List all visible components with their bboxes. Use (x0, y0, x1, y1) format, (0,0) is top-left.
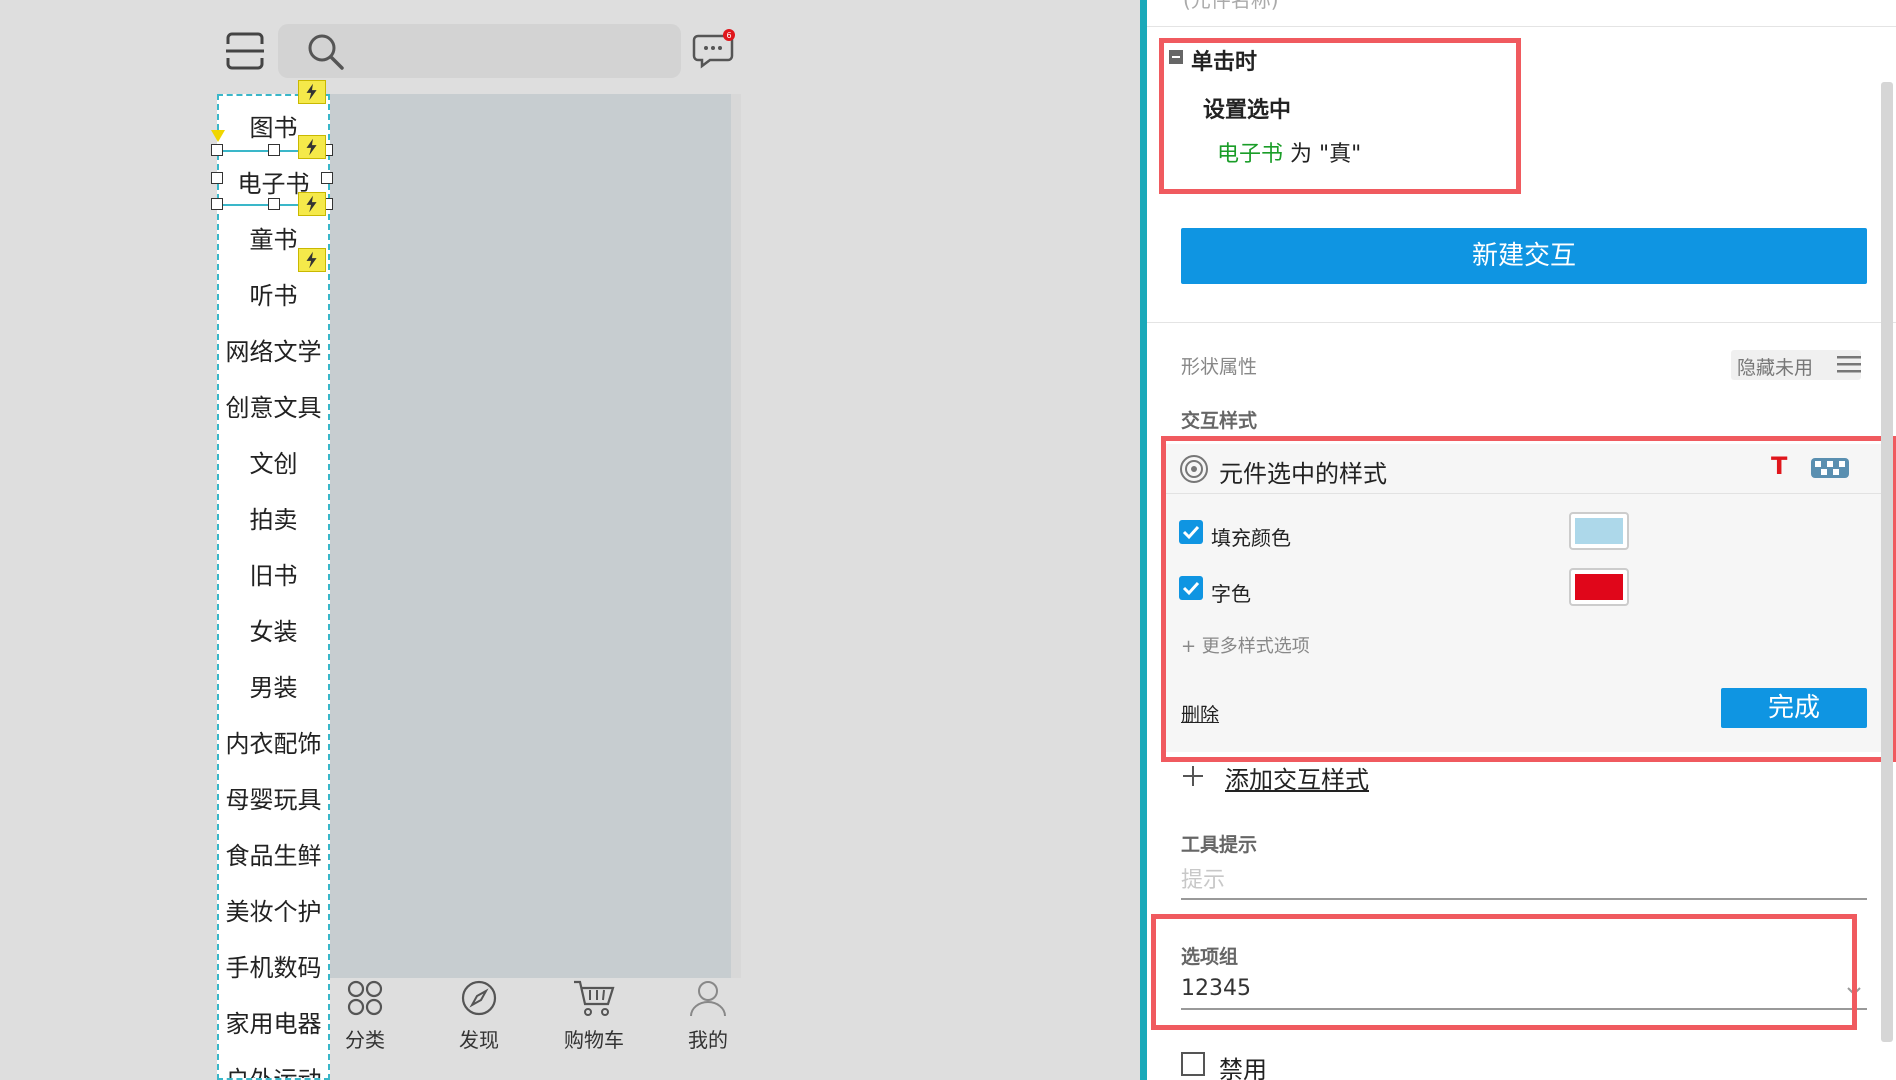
category-item-web-lit[interactable]: 网络文学 (219, 332, 328, 367)
category-item-mens[interactable]: 男装 (219, 668, 328, 703)
category-item-outdoor[interactable]: 户外运动 (219, 1060, 328, 1078)
resize-handle[interactable] (211, 172, 223, 184)
plus-icon (1183, 766, 1203, 786)
interaction-bolt-icon[interactable] (298, 248, 326, 272)
shape-props-label: 形状属性 (1181, 356, 1258, 378)
hide-unused-label: 隐藏未用 (1737, 357, 1814, 379)
nav-item-profile[interactable]: 我的 (673, 978, 743, 1053)
shopping-cart-icon (574, 980, 615, 1016)
interaction-panel: (元件名称) 单击时 设置选中 电子书 为 "真" 新建交互 形状属性 隐藏未用… (1147, 0, 1896, 1080)
interaction-bolt-icon[interactable] (298, 192, 326, 216)
tooltip-input[interactable] (1181, 862, 1867, 900)
category-item-auction[interactable]: 拍卖 (219, 500, 328, 535)
category-item-stationery[interactable]: 创意文具 (219, 388, 328, 423)
user-icon (690, 981, 726, 1017)
category-item-beauty[interactable]: 美妆个护 (219, 892, 328, 927)
category-grid-icon (347, 980, 383, 1016)
category-item-appliances[interactable]: 家用电器 (219, 1004, 328, 1039)
menu-icon[interactable] (1837, 354, 1861, 374)
nav-label: 发现 (459, 1028, 499, 1052)
interaction-style-label: 交互样式 (1181, 410, 1258, 432)
message-icon[interactable]: 6 (692, 26, 738, 72)
highlight-frame (1159, 38, 1521, 194)
interaction-bolt-icon[interactable] (298, 80, 326, 104)
highlight-frame (1161, 436, 1896, 762)
new-interaction-button[interactable]: 新建交互 (1181, 228, 1867, 284)
panel-scrollbar[interactable] (1881, 82, 1893, 1042)
search-icon (308, 34, 344, 70)
nav-item-cart[interactable]: 购物车 (559, 978, 629, 1053)
resize-handle[interactable] (211, 198, 223, 210)
content-placeholder (330, 94, 741, 978)
tooltip-label: 工具提示 (1181, 834, 1258, 856)
disable-checkbox[interactable] (1181, 1052, 1205, 1076)
panel-divider[interactable] (1140, 0, 1147, 1080)
category-item-cultural[interactable]: 文创 (219, 444, 328, 479)
compass-icon (461, 980, 497, 1016)
nav-label: 分类 (345, 1028, 385, 1052)
add-style-label: 添加交互样式 (1225, 766, 1369, 794)
design-canvas[interactable]: 6 图书 电子书 童书 听书 网络文学 创意文具 文创 拍卖 旧书 女装 男装 … (0, 0, 1140, 1080)
search-bar[interactable] (278, 24, 681, 78)
category-item-digital[interactable]: 手机数码 (219, 948, 328, 983)
interaction-bolt-icon[interactable] (298, 135, 326, 159)
category-item-audiobooks[interactable]: 听书 (219, 276, 328, 311)
nav-item-discover[interactable]: 发现 (444, 978, 514, 1053)
nav-label: 我的 (688, 1028, 728, 1052)
divider (1147, 322, 1896, 323)
resize-handle[interactable] (268, 144, 280, 156)
disable-label: 禁用 (1219, 1056, 1267, 1080)
category-item-womens[interactable]: 女装 (219, 612, 328, 647)
divider (1147, 26, 1896, 27)
resize-handle[interactable] (321, 172, 333, 184)
category-item-used-books[interactable]: 旧书 (219, 556, 328, 591)
message-badge: 6 (726, 31, 731, 40)
category-item-fresh-food[interactable]: 食品生鲜 (219, 836, 328, 871)
highlight-frame (1151, 914, 1857, 1030)
category-item-baby-toys[interactable]: 母婴玩具 (219, 780, 328, 815)
category-item-underwear[interactable]: 内衣配饰 (219, 724, 328, 759)
scan-icon[interactable] (224, 30, 266, 72)
nav-item-category[interactable]: 分类 (330, 978, 400, 1053)
resize-handle[interactable] (268, 198, 280, 210)
category-list[interactable]: 图书 电子书 童书 听书 网络文学 创意文具 文创 拍卖 旧书 女装 男装 内衣… (217, 94, 330, 1080)
nav-label: 购物车 (564, 1028, 624, 1052)
widget-name-field[interactable]: (元件名称) (1183, 0, 1279, 13)
rotation-marker-icon[interactable] (211, 130, 225, 142)
resize-handle[interactable] (211, 144, 223, 156)
